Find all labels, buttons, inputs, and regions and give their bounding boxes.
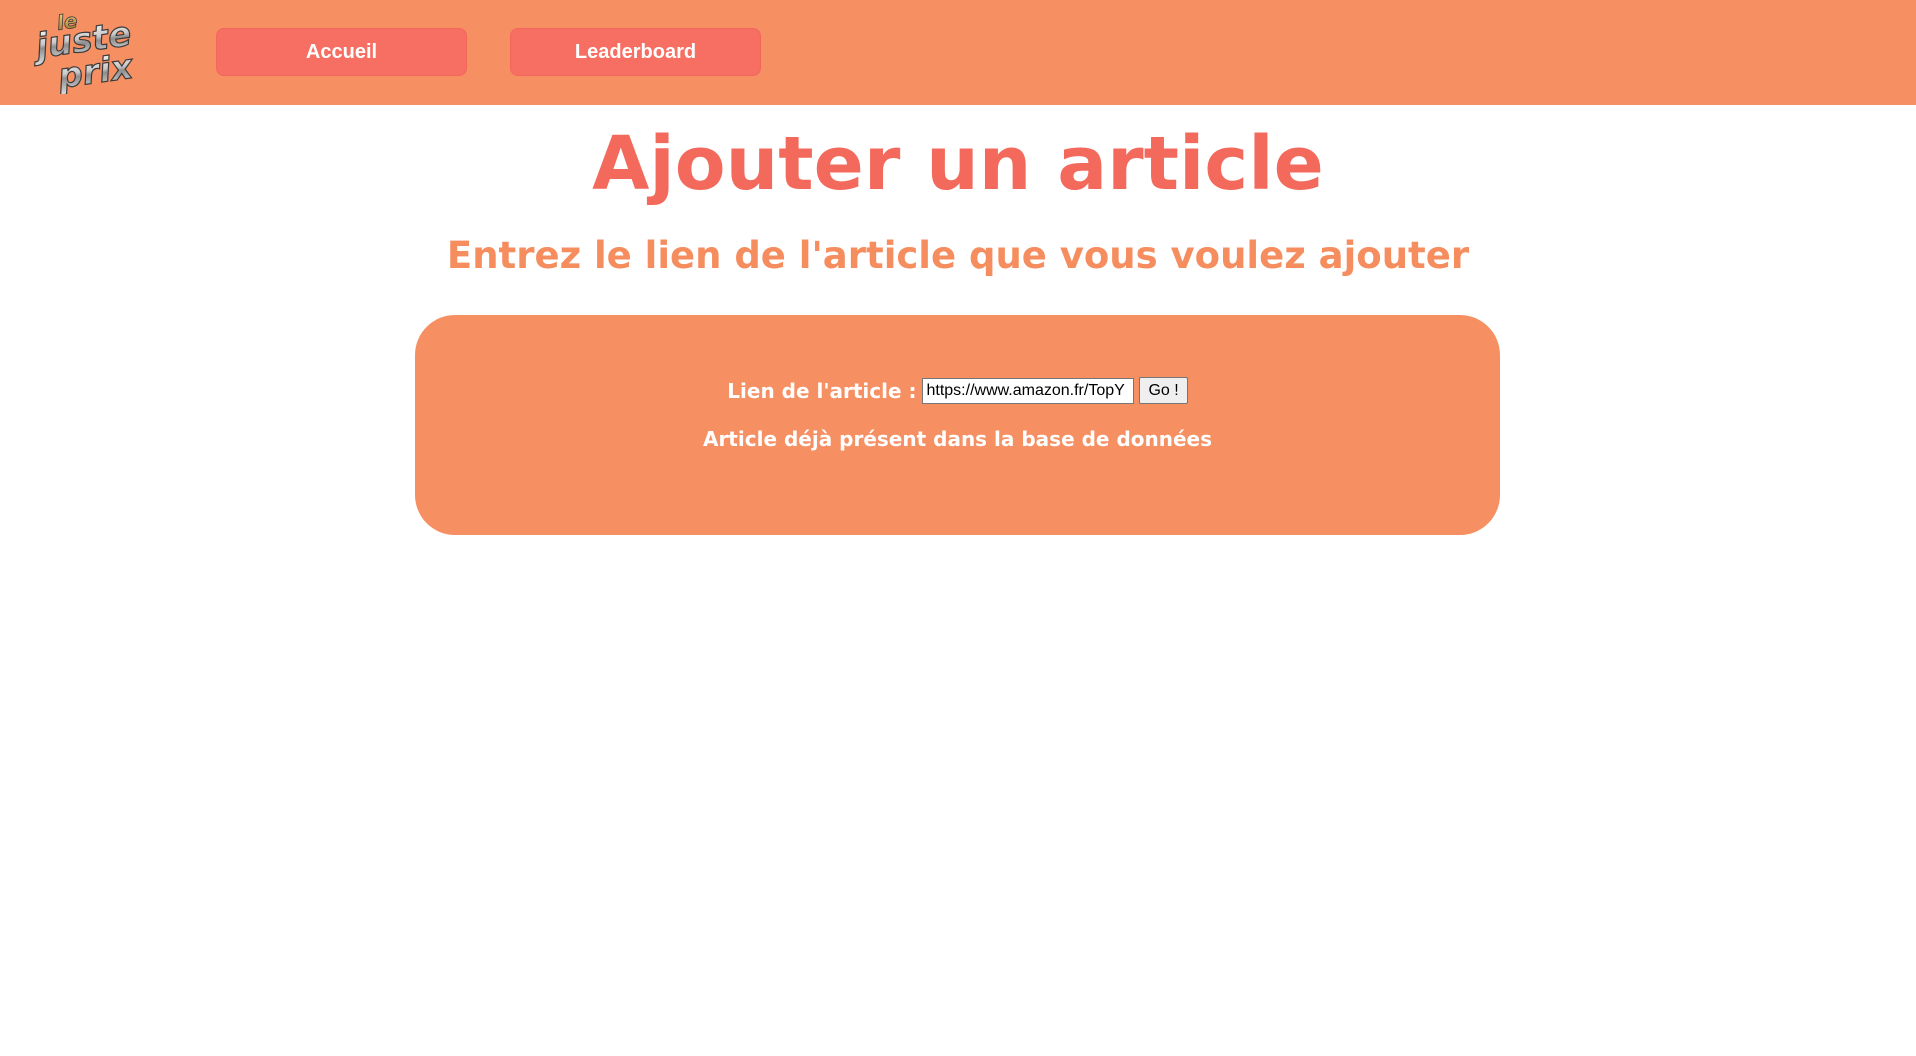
top-navbar: le juste prix Accueil Leaderboard — [0, 0, 1916, 105]
nav-accueil-button[interactable]: Accueil — [216, 28, 467, 76]
nav-leaderboard-button[interactable]: Leaderboard — [510, 28, 761, 76]
page-subtitle: Entrez le lien de l'article que vous vou… — [446, 234, 1470, 277]
nav-accueil-label: Accueil — [305, 40, 378, 63]
le-juste-prix-logo[interactable]: le juste prix — [30, 8, 162, 94]
status-message: Article déjà présent dans la base de don… — [702, 427, 1213, 451]
go-button[interactable]: Go ! — [1139, 377, 1188, 404]
article-link-label: Lien de l'article : — [727, 378, 917, 403]
add-article-card: Lien de l'article : Go ! Article déjà pr… — [415, 315, 1500, 535]
nav-leaderboard-label: Leaderboard — [574, 40, 697, 63]
page-title: Ajouter un article — [592, 121, 1324, 207]
article-url-input[interactable] — [922, 377, 1135, 404]
add-article-form: Lien de l'article : Go ! — [415, 377, 1500, 404]
